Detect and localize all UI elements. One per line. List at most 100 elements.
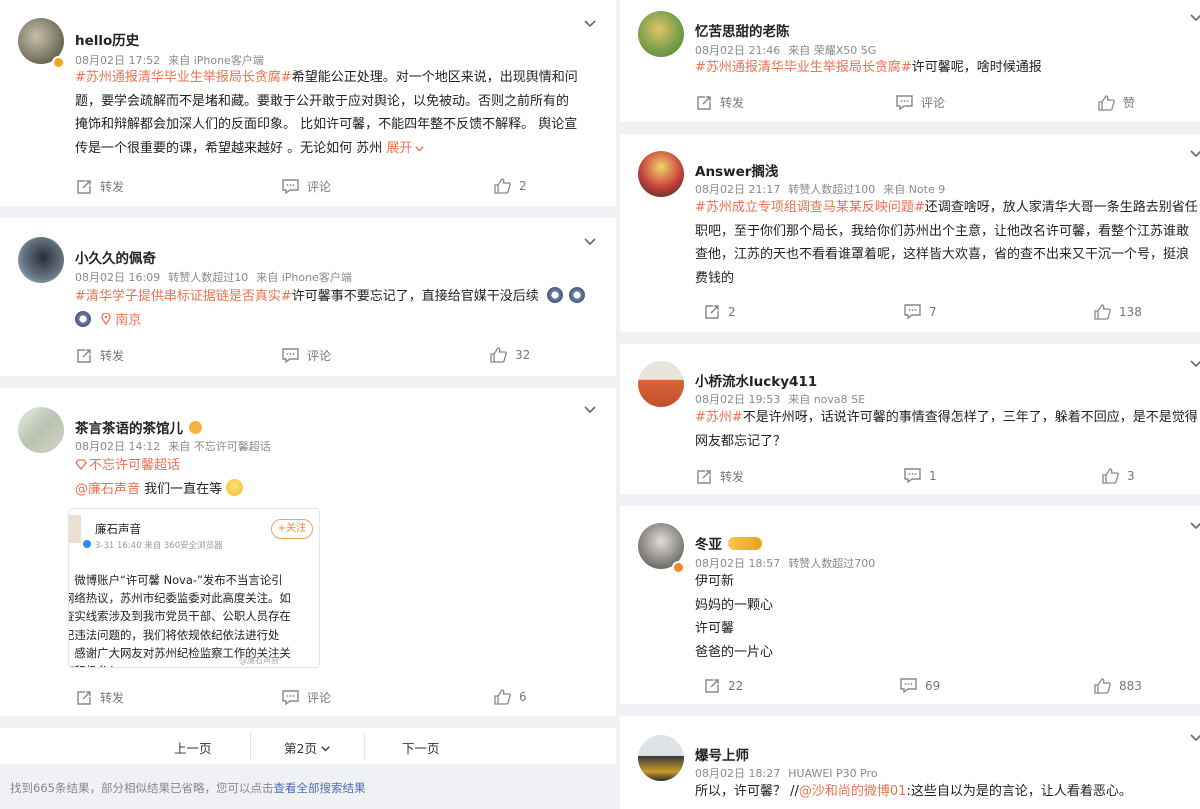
hashtag-link[interactable]: #苏州通报清华毕业生举报局长贪腐# <box>75 70 292 85</box>
post-text-line: 伊可新 <box>695 574 735 589</box>
post-text-line: 我们一直在等 <box>140 481 223 497</box>
like-label: 赞 <box>1123 96 1136 110</box>
post-date[interactable]: 08月02日 21:17 <box>695 183 780 196</box>
chevron-down-icon[interactable] <box>1190 150 1200 158</box>
thumbs-up-icon <box>494 178 511 194</box>
repost-button[interactable]: 转发 <box>696 94 744 111</box>
comment-button[interactable]: 评论 <box>896 94 945 111</box>
username[interactable]: 冬亚 <box>695 533 762 553</box>
username[interactable]: 爆号上师 <box>695 744 749 764</box>
post-text-line: 还调查啥呀，放人家清华大哥一条生路去别省任 <box>924 200 1198 215</box>
action-bar: 转发 评论 6 <box>0 689 616 709</box>
comment-button[interactable]: 7 <box>904 304 937 319</box>
repost-button[interactable]: 转发 <box>76 689 124 706</box>
repost-button[interactable]: 转发 <box>696 468 744 485</box>
post-text-line: 希望能公正处理。对一个地区来说，出现舆情和问 <box>291 70 578 85</box>
avatar[interactable] <box>638 735 684 781</box>
repost-button[interactable]: 转发 <box>76 347 124 364</box>
avatar[interactable] <box>18 407 64 453</box>
chevron-down-icon <box>321 746 330 752</box>
chevron-down-icon[interactable] <box>584 20 596 28</box>
like-button[interactable]: 3 <box>1102 468 1135 484</box>
like-button[interactable]: 883 <box>1094 678 1142 694</box>
comment-button[interactable]: 评论 <box>282 689 331 706</box>
embedded-image[interactable]: 廉石声音 3-31 16:40 来自 360安全浏览器 +关注 ，微博账户“许可… <box>68 508 320 668</box>
like-button[interactable]: 138 <box>1094 304 1142 320</box>
mention-link[interactable]: @沙和尚的微博01 <box>799 784 907 799</box>
chevron-down-icon[interactable] <box>1190 734 1200 742</box>
hashtag-link[interactable]: #苏州# <box>695 410 743 425</box>
post-date[interactable]: 08月02日 18:57 <box>695 557 780 570</box>
post-text-line: 掩饰和辩解都会加深人们的反面印象。 比如许可馨，不能四年整不反馈不解释。 舆论宣 <box>75 117 578 132</box>
post-meta: 08月02日 18:57 转赞人数超过700 <box>695 555 883 571</box>
post-card: 冬亚 08月02日 18:57 转赞人数超过700 伊可新 妈妈的一颗心 许可馨 … <box>620 506 1200 704</box>
username[interactable]: hello历史 <box>75 29 139 49</box>
post-date[interactable]: 08月02日 16:09 <box>75 271 160 284</box>
username[interactable]: Answer搁浅 <box>695 160 778 180</box>
avatar[interactable] <box>638 361 684 407</box>
post-text-line: 所以，许可馨？ // <box>695 784 799 799</box>
comment-button[interactable]: 评论 <box>282 178 331 195</box>
repost-count-note: 转赞人数超过10 <box>168 271 249 284</box>
chevron-down-icon[interactable] <box>584 406 596 414</box>
post-source: HUAWEI P30 Pro <box>788 767 878 780</box>
repost-button[interactable]: 22 <box>704 678 743 694</box>
comment-icon <box>282 179 299 194</box>
username[interactable]: 小桥流水lucky411 <box>695 370 817 390</box>
hashtag-link[interactable]: #苏州成立专项组调查马某某反映问题# <box>695 200 925 215</box>
location-link[interactable]: 南京 <box>101 311 141 328</box>
repost-icon <box>705 305 719 319</box>
avatar[interactable] <box>638 11 684 57</box>
hashtag-link[interactable]: #清华学子提供串标证据链是否真实# <box>75 289 292 304</box>
like-button[interactable]: 2 <box>494 178 527 194</box>
post-text: #苏州通报清华毕业生举报局长贪腐#许可馨呢，啥时候通报 <box>695 56 1190 80</box>
current-page: 第2页 <box>284 741 317 756</box>
repost-label: 转发 <box>720 96 745 110</box>
action-bar: 22 69 883 <box>620 678 1200 698</box>
repost-label: 转发 <box>100 691 125 705</box>
supertopic-link[interactable]: 不忘许可馨超话 <box>75 454 595 478</box>
next-page-link[interactable]: 下一页 <box>402 738 440 757</box>
comment-icon <box>282 690 299 705</box>
post-source: 来自 不忘许可馨超话 <box>168 440 271 453</box>
chevron-down-icon[interactable] <box>1190 522 1200 530</box>
embed-follow-button: +关注 <box>271 519 313 539</box>
expand-link[interactable]: 展开 <box>386 141 412 156</box>
like-button[interactable]: 赞 <box>1098 94 1135 111</box>
comment-button[interactable]: 1 <box>904 468 937 483</box>
comment-icon <box>900 678 917 693</box>
comment-button[interactable]: 69 <box>900 678 940 693</box>
post-date[interactable]: 08月02日 19:53 <box>695 393 780 406</box>
chevron-down-icon[interactable] <box>1190 360 1200 368</box>
post-card: 小久久的佩奇 08月02日 16:09 转赞人数超过10 来自 iPhone客户端 … <box>0 218 616 376</box>
chevron-down-icon[interactable] <box>584 238 596 246</box>
prev-page-link[interactable]: 上一页 <box>174 738 212 757</box>
post-text: #清华学子提供串标证据链是否真实#许可馨事不要忘记了，直接给官媒干没后续 南京 <box>75 285 605 332</box>
like-button[interactable]: 32 <box>490 347 530 363</box>
post-date[interactable]: 08月02日 14:12 <box>75 440 160 453</box>
embed-avatar-fragment <box>69 515 81 543</box>
view-all-results-link[interactable]: 查看全部搜索结果 <box>273 781 365 795</box>
repost-label: 转发 <box>720 470 745 484</box>
expand-chevron-icon <box>415 145 425 151</box>
repost-button[interactable]: 2 <box>704 304 736 320</box>
username[interactable]: 茶言茶语的茶馆儿 <box>75 417 202 437</box>
supertopic-name: 不忘许可馨超话 <box>89 458 181 473</box>
mention-link[interactable]: @廉石声音 <box>75 482 140 497</box>
repost-button[interactable]: 转发 <box>76 178 124 195</box>
action-bar: 转发 评论 2 <box>0 178 616 198</box>
comment-button[interactable]: 评论 <box>282 347 331 364</box>
thumbs-up-icon <box>1098 94 1115 111</box>
username[interactable]: 小久久的佩奇 <box>75 247 156 267</box>
post-date[interactable]: 08月02日 18:27 <box>695 767 780 780</box>
chevron-down-icon[interactable] <box>1190 14 1200 22</box>
comment-label: 评论 <box>307 180 332 194</box>
page-select[interactable]: 第2页 <box>284 738 330 757</box>
like-button[interactable]: 6 <box>494 689 527 705</box>
avatar[interactable] <box>18 237 64 283</box>
emoji-icon <box>569 287 586 303</box>
username[interactable]: 忆苦思甜的老陈 <box>695 20 790 40</box>
avatar[interactable] <box>638 151 684 197</box>
repost-label: 转发 <box>100 349 125 363</box>
hashtag-link[interactable]: #苏州通报清华毕业生举报局长贪腐# <box>695 60 912 75</box>
